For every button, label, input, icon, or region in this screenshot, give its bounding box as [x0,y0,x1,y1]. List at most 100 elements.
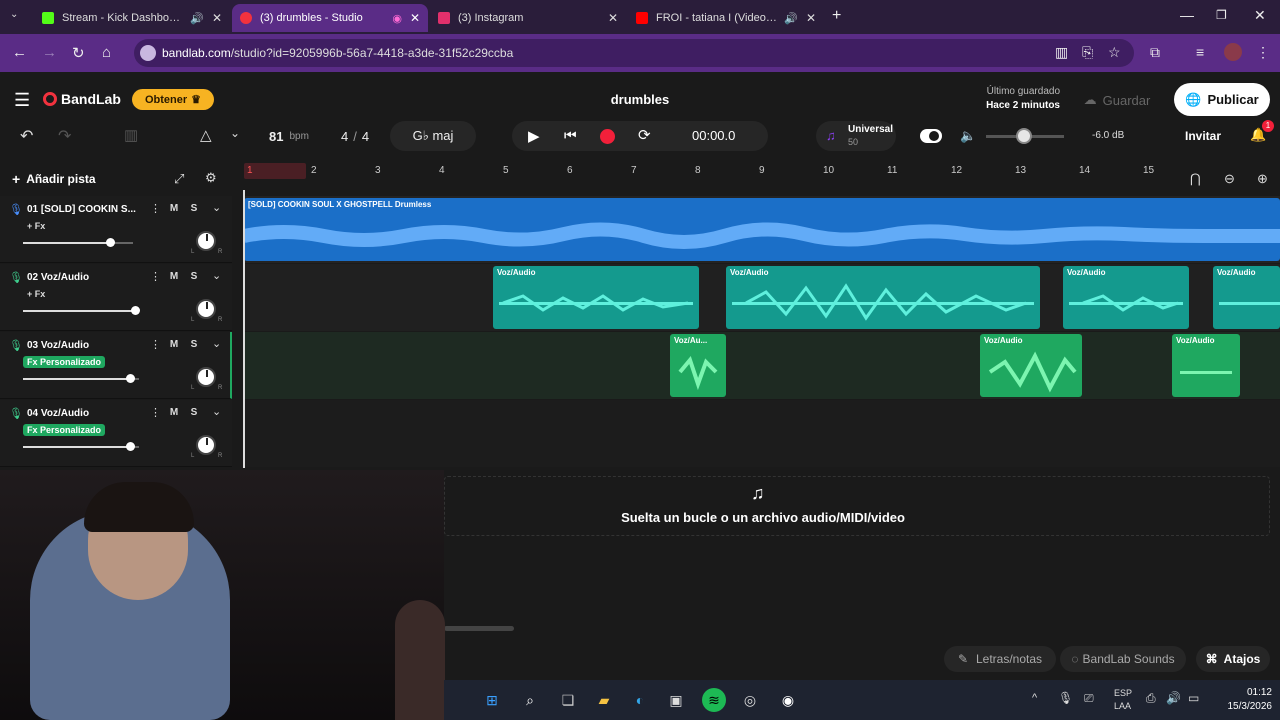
track-menu-icon[interactable]: ⋮ [150,202,161,215]
chrome-icon[interactable]: ◉ [776,688,800,712]
invite-button[interactable]: Invitar [1176,129,1230,143]
redo-icon[interactable]: ↷ [58,126,71,146]
record-icon[interactable] [600,129,615,144]
minimize-icon[interactable]: — [1180,7,1194,23]
obs-icon[interactable]: ◎ [738,688,762,712]
track-menu-icon[interactable]: ⋮ [150,338,161,351]
audio-clip-voz[interactable]: Voz/Audio [1172,334,1240,397]
fx-custom-button[interactable]: Fx Personalizado [23,356,106,368]
track-lane-01[interactable]: [SOLD] COOKIN SOUL X GHOSTPELL Drumless [244,196,1280,263]
edge-icon[interactable]: ◐ [628,688,652,712]
volume-slider[interactable] [23,374,139,383]
speaker-icon[interactable]: 🔊 [190,12,204,25]
reader-mode-icon[interactable]: ▥ [1055,44,1068,61]
volume-knob[interactable] [131,306,140,315]
tab-instagram[interactable]: (3) Instagram ✕ [430,4,626,32]
solo-button[interactable]: S [186,405,202,421]
snap-magnet-icon[interactable]: ⋂ [1190,171,1201,187]
mute-button[interactable]: M [166,269,182,285]
clock-time[interactable]: 01:12 [1216,687,1272,698]
track-header-03[interactable]: 🎙 03 Voz/Audio ⋮ M S ⌄ Fx Personalizado … [0,332,232,399]
mic-icon[interactable]: 🎙 [9,271,23,284]
track-header-01[interactable]: 🎙 01 [SOLD] COOKIN S... ⋮ M S ⌄ + Fx L R [0,196,232,263]
window-close-icon[interactable]: ✕ [1254,7,1266,24]
bandlab-sounds-button[interactable]: ◌ BandLab Sounds [1060,646,1186,672]
obtener-button[interactable]: Obtener ♛ [132,89,214,110]
volume-slider[interactable] [23,306,140,315]
project-title[interactable]: drumbles [560,92,720,107]
expand-chevron-icon[interactable]: ⌄ [212,337,221,350]
track-header-04[interactable]: 🎙 04 Voz/Audio ⋮ M S ⌄ Fx Personalizado … [0,400,232,467]
expand-chevron-icon[interactable]: ⌄ [212,269,221,282]
volume-knob[interactable] [126,442,135,451]
solo-button[interactable]: S [186,201,202,217]
pan-knob[interactable] [196,231,216,251]
pan-knob[interactable] [196,367,216,387]
loop-region[interactable] [244,163,306,179]
expand-chevron-icon[interactable]: ⌄ [212,201,221,214]
expand-chevron-icon[interactable]: ⌄ [212,405,221,418]
audio-clip-voz[interactable]: Voz/Audio [980,334,1082,397]
audio-clip-voz[interactable]: Voz/Audio [1063,266,1189,329]
tab-kick[interactable]: Stream - Kick Dashboard 🔊 ✕ [34,4,230,32]
zoom-out-icon[interactable]: ⊖ [1224,171,1235,187]
media-control-icon[interactable]: ≡ [1196,44,1204,60]
save-button[interactable]: ☁ Guardar [1072,88,1162,112]
volume-knob[interactable] [106,238,115,247]
publish-button[interactable]: 🌐 Publicar [1174,83,1270,116]
pan-knob[interactable] [196,299,216,319]
pan-knob[interactable] [196,435,216,455]
url-input[interactable]: bandlab.com/studio?id=9205996b-56a7-4418… [134,39,1134,67]
forward-icon[interactable]: → [42,44,57,61]
tab-bandlab[interactable]: (3) drumbles - Studio ◉ ✕ [232,4,428,32]
new-tab-icon[interactable]: + [832,7,841,25]
language-indicator[interactable]: ESP [1114,688,1132,698]
track-lane-03[interactable]: Voz/Au... Voz/Audio Voz/Audio [244,332,1280,399]
mic-tray-icon[interactable]: 🎙 [1058,691,1073,705]
track-settings-icon[interactable]: ⚙ [205,170,217,186]
search-icon[interactable]: ⌕ [518,688,542,712]
speaker-icon[interactable]: 🔊 [784,12,798,25]
audio-clip-voz[interactable]: Voz/Audio [726,266,1040,329]
mute-button[interactable]: M [166,337,182,353]
volume-tray-icon[interactable]: 🔊 [1166,691,1181,705]
maximize-icon[interactable]: ❐ [1216,8,1227,22]
tab-search-icon[interactable]: ⌄ [10,9,18,20]
time-signature[interactable]: 4 / 4 [330,122,380,150]
metronome-dropdown-icon[interactable]: ⌄ [230,126,240,140]
instrument-selector[interactable]: ♫ Universal 50 [816,121,896,151]
master-volume-slider[interactable] [986,128,1064,144]
profile-avatar[interactable] [1224,43,1242,61]
hamburger-menu-icon[interactable]: ☰ [14,90,30,111]
site-info-icon[interactable] [140,45,156,61]
volume-slider[interactable] [23,238,133,247]
extensions-icon[interactable]: ⧉ [1150,44,1160,61]
zoom-in-icon[interactable]: ⊕ [1257,171,1268,187]
track-lane-02[interactable]: Voz/Audio Voz/Audio Voz/Audio Voz/Audio [244,264,1280,331]
mic-icon[interactable]: 🎙 [9,203,23,216]
undo-icon[interactable]: ↶ [20,126,33,146]
loop-icon[interactable]: ⟳ [638,126,651,144]
lyrics-notes-button[interactable]: ✎ Letras/notas [944,646,1056,672]
mute-button[interactable]: M [166,405,182,421]
volume-knob[interactable] [126,374,135,383]
mic-icon[interactable]: 🎙 [9,339,23,352]
add-fx-button[interactable]: + Fx [23,220,49,232]
play-icon[interactable]: ▶ [528,127,540,145]
browser-menu-icon[interactable]: ⋮ [1256,44,1270,61]
playhead[interactable] [243,190,245,468]
close-icon[interactable]: ✕ [608,11,618,25]
windows-start-icon[interactable]: ⊞ [480,688,504,712]
track-menu-icon[interactable]: ⋮ [150,270,161,283]
audio-clip-voz[interactable]: Voz/Au... [670,334,726,397]
speaker-icon[interactable]: 🔈 [960,128,976,144]
close-icon[interactable]: ✕ [410,11,420,25]
close-icon[interactable]: ✕ [806,11,816,25]
task-view-icon[interactable]: ❏ [556,688,580,712]
master-volume-knob[interactable] [1016,128,1032,144]
home-icon[interactable]: ⌂ [102,44,111,61]
network-icon[interactable]: ⎙ [1146,691,1156,706]
tray-app-icon[interactable]: ⎚ [1084,691,1094,706]
skip-back-icon[interactable]: ⏮ [564,127,577,144]
back-icon[interactable]: ← [12,44,27,61]
